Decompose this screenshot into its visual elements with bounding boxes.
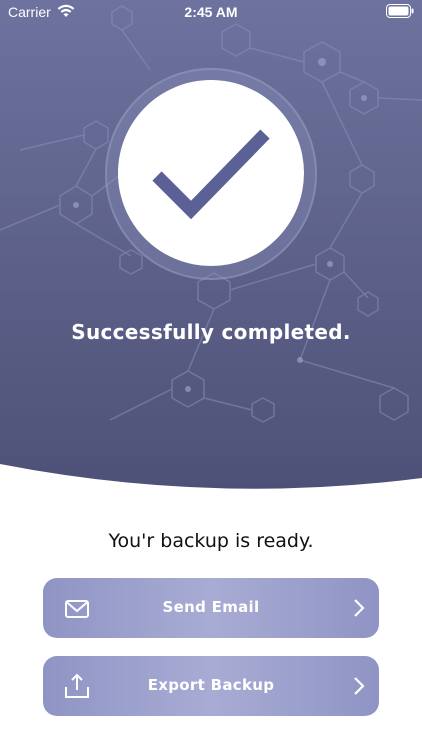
chevron-right-icon [354, 599, 365, 617]
battery-full-icon [386, 4, 414, 18]
hero-header: Carrier 2:45 AM Successfully completed. [0, 0, 422, 500]
send-email-label: Send Email [162, 598, 260, 616]
status-bar: Carrier 2:45 AM [0, 0, 422, 24]
backup-ready-message: You'r backup is ready. [108, 530, 314, 552]
success-message: Successfully completed. [71, 320, 351, 344]
export-backup-label: Export Backup [147, 676, 275, 694]
send-email-button[interactable]: Send Email [43, 578, 379, 638]
checkmark-icon [152, 129, 270, 220]
chevron-right-icon [354, 677, 365, 695]
status-time: 2:45 AM [184, 4, 238, 20]
backup-complete-screen: Carrier 2:45 AM Successfully completed. … [0, 0, 422, 750]
export-backup-button[interactable]: Export Backup [43, 656, 379, 716]
